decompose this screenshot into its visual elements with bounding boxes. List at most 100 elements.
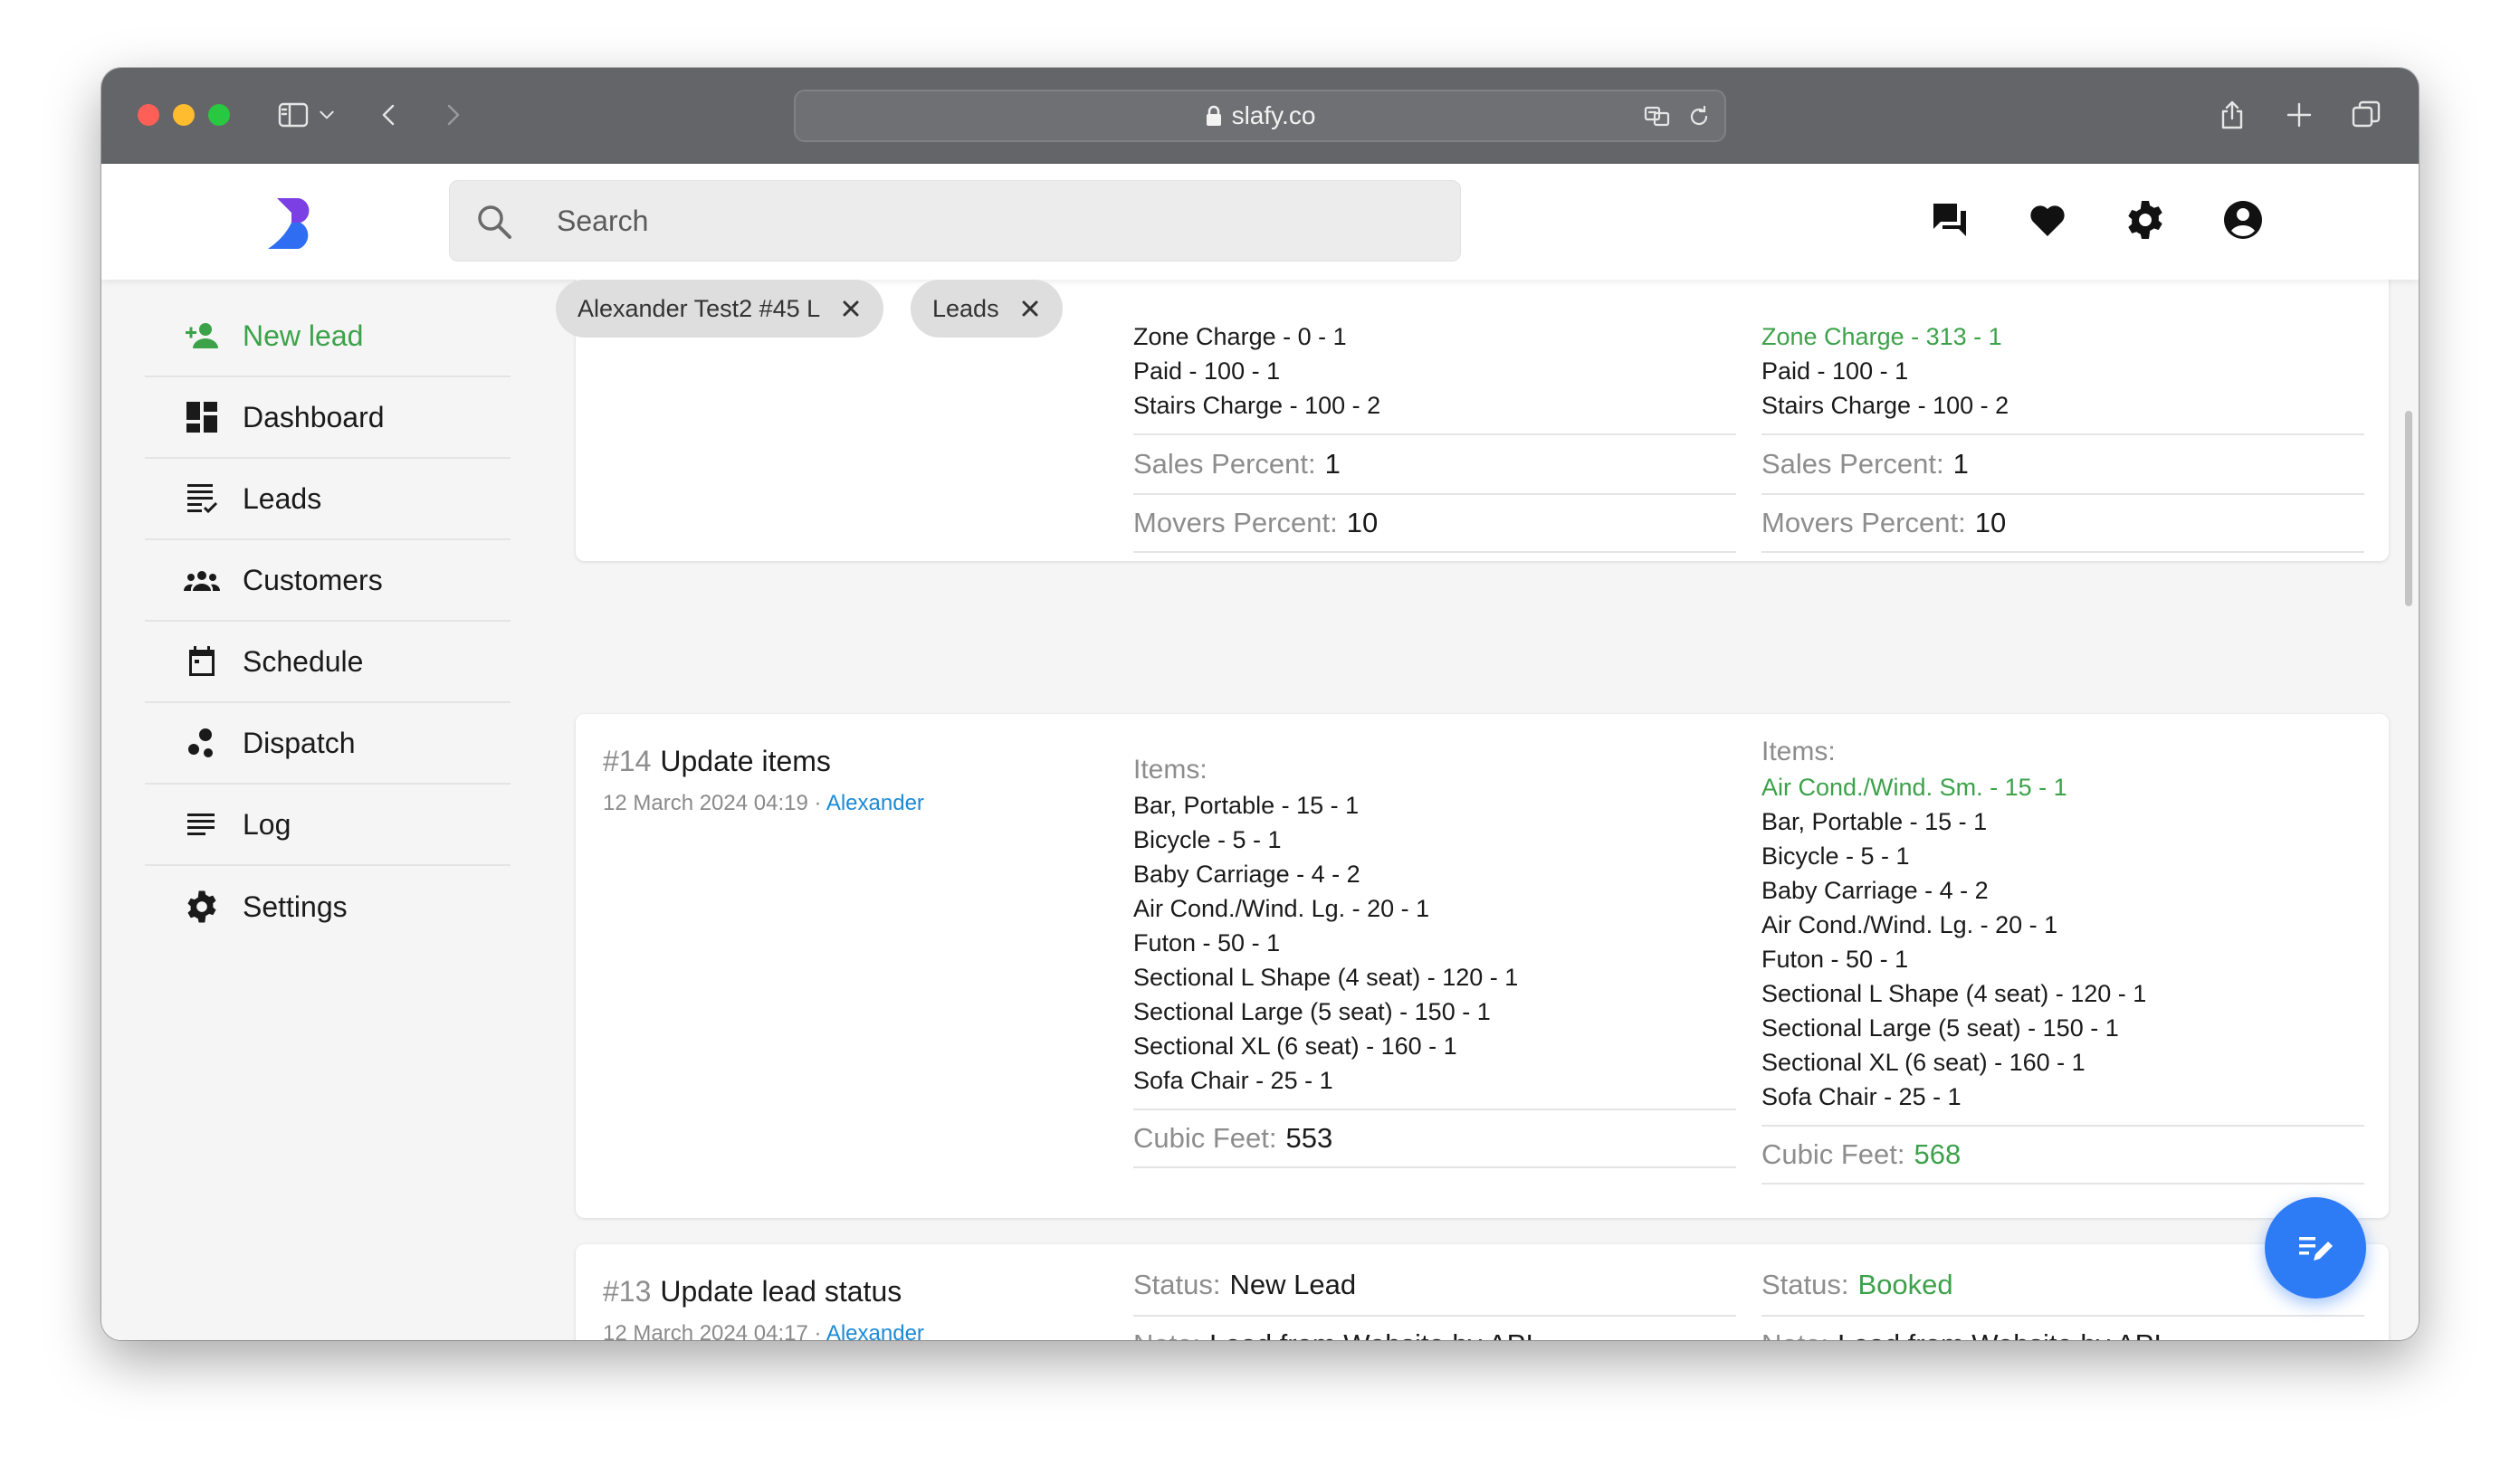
clipped-line	[1133, 301, 1736, 319]
item-line: Sectional Large (5 seat) - 150 - 1	[1761, 1014, 2119, 1042]
old-values-column: Items: Bar, Portable - 15 - 1 Bicycle - …	[1133, 752, 1736, 1168]
items-label: Items:	[1133, 755, 1208, 785]
calendar-icon	[181, 641, 223, 682]
translate-icon[interactable]	[1639, 99, 1675, 135]
author-link[interactable]: Alexander	[826, 791, 924, 815]
price-line: Paid - 100 - 1	[1133, 357, 1281, 385]
log-card-status: #13 Update lead status 12 March 2024 04:1…	[576, 1244, 2389, 1340]
sidebar-item-new-lead[interactable]: New lead	[145, 296, 511, 377]
sidebar-item-label: Leads	[243, 481, 322, 515]
item-line: Air Cond./Wind. Lg. - 20 - 1	[1133, 895, 1430, 922]
price-line: Stairs Charge - 100 - 2	[1761, 392, 2009, 419]
gear-icon[interactable]	[2118, 193, 2172, 247]
item-line: Air Cond./Wind. Lg. - 20 - 1	[1761, 911, 2058, 938]
minimize-window-button[interactable]	[173, 104, 195, 126]
item-line: Bicycle - 5 - 1	[1133, 826, 1282, 853]
zoom-window-button[interactable]	[208, 104, 230, 126]
reload-icon[interactable]	[1681, 99, 1717, 135]
price-line: Paid - 100 - 1	[1761, 357, 1909, 385]
item-line: Futon - 50 - 1	[1133, 929, 1281, 956]
item-line: Sectional XL (6 seat) - 160 - 1	[1133, 1032, 1457, 1060]
old-values-column: Zone Charge - 0 - 1 Paid - 100 - 1 Stair…	[1133, 301, 1736, 553]
price-line: Zone Charge - 0 - 1	[1133, 323, 1347, 350]
items-label: Items:	[1761, 737, 1836, 766]
item-line: Bar, Portable - 15 - 1	[1133, 792, 1360, 819]
back-icon[interactable]	[368, 93, 411, 137]
item-line: Sectional XL (6 seat) - 160 - 1	[1761, 1049, 2086, 1076]
sidebar-item-dispatch[interactable]: Dispatch	[145, 703, 511, 785]
close-icon[interactable]	[840, 298, 862, 319]
lock-icon	[1206, 105, 1221, 126]
sidebar-item-settings[interactable]: Settings	[145, 866, 511, 947]
movers-percent-field: Movers Percent: 10	[1133, 493, 1736, 553]
sidebar-item-label: Settings	[243, 890, 348, 923]
groups-icon	[181, 559, 223, 601]
item-line: Bicycle - 5 - 1	[1761, 842, 1910, 870]
sidebar-item-label: New lead	[243, 319, 364, 352]
old-values-column: Status:New Lead Note:Lead from Website b…	[1133, 1255, 1736, 1340]
item-line: Futon - 50 - 1	[1761, 946, 1909, 973]
edit-note-icon	[2299, 1237, 2333, 1261]
note-field: Note:Lead from Website by API	[1133, 1315, 1736, 1340]
sidebar-item-label: Dashboard	[243, 400, 385, 433]
clipped-line	[1761, 301, 2364, 319]
forward-icon[interactable]	[431, 93, 474, 137]
sidebar-item-label: Schedule	[243, 644, 364, 678]
sidebar-item-log[interactable]: Log	[145, 785, 511, 866]
note-field: Note:Lead from Website by API	[1761, 1315, 2364, 1340]
heart-icon[interactable]	[2020, 193, 2075, 247]
status-field: Status: New Lead	[1133, 1269, 1357, 1300]
sidebar-item-dashboard[interactable]: Dashboard	[145, 377, 511, 459]
chat-icon[interactable]	[1923, 193, 1977, 247]
sidebar-item-label: Dispatch	[243, 726, 356, 759]
search-bar[interactable]	[449, 180, 1461, 262]
add-note-button[interactable]	[2265, 1197, 2366, 1299]
sidebar-toggle-icon[interactable]	[272, 93, 315, 137]
author-link[interactable]: Alexander	[826, 1321, 924, 1340]
tab-label: Alexander Test2 #45 L	[578, 294, 821, 322]
item-line: Sofa Chair - 25 - 1	[1133, 1067, 1333, 1094]
item-line: Sectional Large (5 seat) - 150 - 1	[1133, 998, 1491, 1025]
close-icon[interactable]	[1019, 298, 1041, 319]
scrollbar-thumb[interactable]	[2405, 411, 2412, 606]
search-input[interactable]	[557, 181, 1426, 261]
tab-leads[interactable]: Leads	[911, 280, 1063, 338]
cubic-feet-field: Cubic Feet: 553	[1133, 1109, 1736, 1168]
log-entry-meta: 12 March 2024 04:19 · Alexander	[603, 791, 924, 815]
log-entry-title: #14 Update items	[603, 745, 831, 777]
log-card-items: #14 Update items 12 March 2024 04:19 · Al…	[576, 714, 2389, 1218]
dashboard-icon	[181, 396, 223, 438]
tab-label: Leads	[932, 294, 999, 322]
browser-window: slafy.co Search New lead Dashboard Leads…	[101, 68, 2419, 1340]
sidebar-item-label: Customers	[243, 563, 383, 596]
log-entry-header: #14 Update items 12 March 2024 04:19 · Al…	[603, 745, 924, 816]
address-bar[interactable]: slafy.co	[794, 90, 1726, 142]
search-icon	[478, 205, 511, 239]
sidebar-item-customers[interactable]: Customers	[145, 540, 511, 622]
sidebar-item-leads[interactable]: Leads	[145, 459, 511, 540]
movers-percent-field: Movers Percent: 10	[1761, 493, 2364, 553]
url-text: slafy.co	[1231, 101, 1316, 129]
item-line: Sectional L Shape (4 seat) - 120 - 1	[1133, 964, 1519, 991]
tab-overview-icon[interactable]	[2344, 93, 2388, 137]
main-content: New lead Dashboard Leads Customers Sched…	[101, 280, 2419, 1340]
sidebar-item-label: Log	[243, 807, 291, 841]
price-line: Stairs Charge - 100 - 2	[1133, 392, 1381, 419]
chevron-down-icon[interactable]	[313, 93, 340, 137]
dispatch-icon	[181, 722, 223, 764]
log-entry-header: #13 Update lead status 12 March 2024 04:1…	[603, 1275, 924, 1340]
new-tab-icon[interactable]	[2277, 93, 2321, 137]
price-line-changed: Zone Charge - 313 - 1	[1761, 323, 2002, 350]
log-icon	[181, 804, 223, 845]
tab-lead-alexander[interactable]: Alexander Test2 #45 L	[556, 280, 884, 338]
log-entry-meta: 12 March 2024 04:17 · Alexander	[603, 1321, 924, 1340]
share-icon[interactable]	[2210, 93, 2254, 137]
item-line: Baby Carriage - 4 - 2	[1133, 861, 1360, 888]
list-check-icon	[181, 478, 223, 519]
item-line: Sofa Chair - 25 - 1	[1761, 1083, 1962, 1110]
item-line-added: Air Cond./Wind. Sm. - 15 - 1	[1761, 774, 2067, 801]
close-window-button[interactable]	[138, 104, 159, 126]
sidebar-item-schedule[interactable]: Schedule	[145, 622, 511, 703]
account-icon[interactable]	[2216, 193, 2270, 247]
slafy-logo-icon[interactable]	[264, 189, 328, 252]
